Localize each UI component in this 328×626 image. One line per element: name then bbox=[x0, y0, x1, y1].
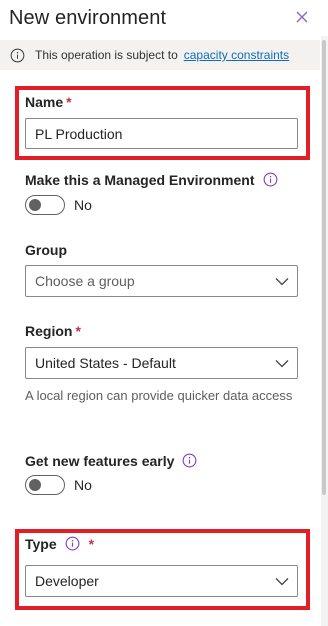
info-text: This operation is subject to bbox=[35, 48, 178, 62]
panel-title: New environment bbox=[9, 7, 167, 29]
region-dropdown[interactable]: United States - Default bbox=[25, 347, 298, 379]
group-dropdown[interactable]: Choose a group bbox=[25, 265, 298, 297]
info-icon bbox=[10, 48, 25, 62]
region-dropdown-value: United States - Default bbox=[35, 355, 176, 371]
region-helper-text: A local region can provide quicker data … bbox=[25, 388, 293, 403]
capacity-constraints-link[interactable]: capacity constraints bbox=[184, 48, 289, 62]
close-icon bbox=[296, 11, 308, 23]
close-button[interactable] bbox=[291, 6, 313, 28]
early-features-toggle-row: No bbox=[25, 475, 92, 495]
type-dropdown[interactable]: Developer bbox=[25, 565, 298, 597]
scrollbar-thumb[interactable] bbox=[322, 40, 326, 495]
early-features-toggle-text: No bbox=[74, 477, 92, 493]
group-dropdown-placeholder: Choose a group bbox=[35, 273, 135, 289]
managed-environment-label: Make this a Managed Environment bbox=[25, 172, 278, 188]
new-environment-panel: New environment This operation is subjec… bbox=[0, 0, 328, 626]
required-mark: * bbox=[66, 94, 72, 110]
toggle-knob bbox=[29, 199, 41, 211]
name-input[interactable]: PL Production bbox=[25, 118, 298, 149]
managed-environment-toggle[interactable] bbox=[25, 195, 65, 215]
early-features-toggle[interactable] bbox=[25, 475, 65, 495]
managed-environment-toggle-row: No bbox=[25, 195, 92, 215]
name-label: Name * bbox=[25, 94, 72, 110]
type-label: Type * bbox=[25, 536, 95, 552]
info-bar: This operation is subject to capacity co… bbox=[0, 40, 320, 70]
required-mark: * bbox=[88, 536, 95, 552]
type-dropdown-value: Developer bbox=[35, 573, 99, 589]
region-label: Region * bbox=[25, 323, 81, 339]
name-input-value: PL Production bbox=[35, 125, 123, 142]
toggle-knob bbox=[29, 479, 41, 491]
info-icon[interactable] bbox=[263, 172, 278, 187]
required-mark: * bbox=[75, 323, 81, 339]
early-features-label: Get new features early bbox=[25, 453, 197, 469]
chevron-down-icon bbox=[267, 266, 297, 296]
info-icon[interactable] bbox=[182, 453, 197, 468]
managed-environment-toggle-text: No bbox=[74, 197, 92, 213]
info-icon[interactable] bbox=[65, 536, 80, 551]
group-label: Group bbox=[25, 242, 67, 258]
chevron-down-icon bbox=[267, 348, 297, 378]
chevron-down-icon bbox=[267, 566, 297, 596]
